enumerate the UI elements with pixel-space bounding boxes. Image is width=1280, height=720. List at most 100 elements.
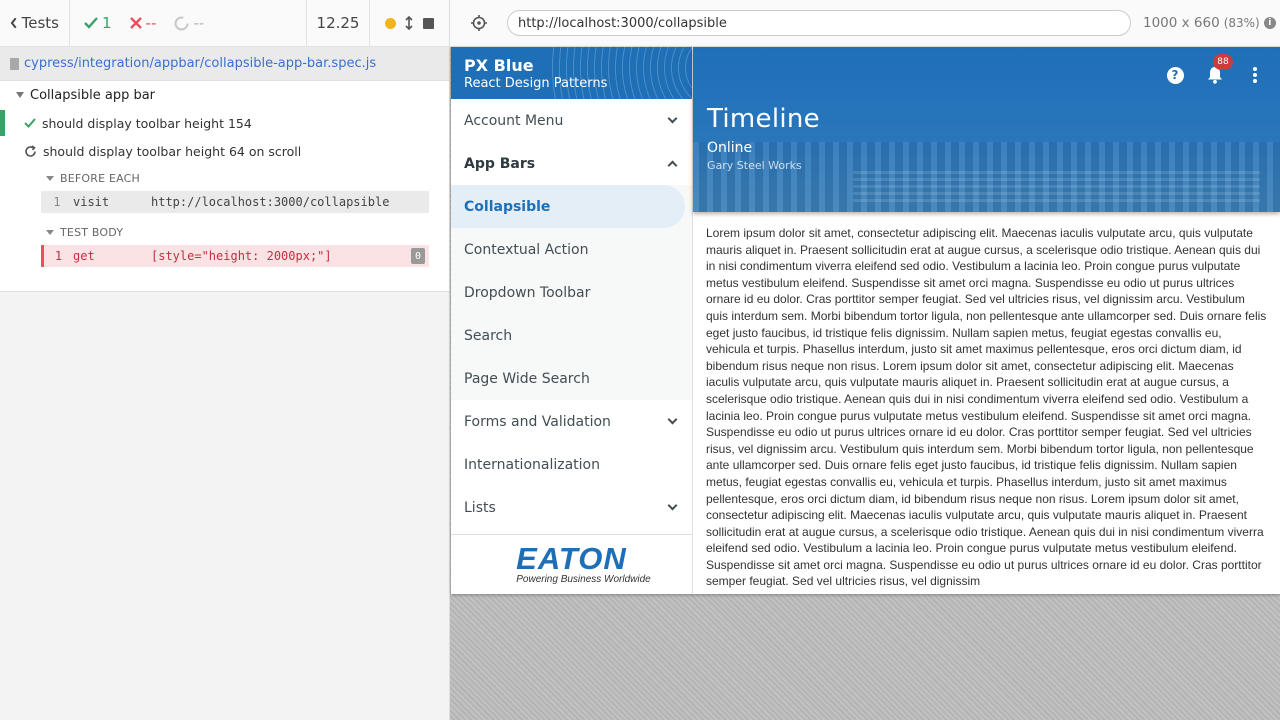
failed-count: -- <box>129 14 157 32</box>
nav-item-label: Search <box>464 327 513 344</box>
chevron-left-icon <box>10 17 17 29</box>
app-bar-actions: ? 88 <box>1164 54 1266 86</box>
reporter-header: Tests 1 -- -- 12.25 <box>0 0 449 47</box>
before-each-hook[interactable]: BEFORE EACH <box>0 165 449 191</box>
nav-item-label: Internationalization <box>464 456 600 473</box>
nav-item-label: Forms and Validation <box>464 413 611 430</box>
body-text: Lorem ipsum dolor sit amet, consectetur … <box>706 226 1267 589</box>
chevron-down-icon <box>667 113 678 124</box>
drawer-subtitle: React Design Patterns <box>464 76 608 91</box>
spec-path-label: cypress/integration/appbar/collapsible-a… <box>24 56 377 71</box>
viewport-scale: (83%) <box>1223 16 1260 30</box>
nav-item-app-bars[interactable]: App Bars <box>451 142 692 185</box>
pending-count: -- <box>174 14 204 32</box>
spec-path[interactable]: cypress/integration/appbar/collapsible-a… <box>0 47 449 81</box>
tests-button[interactable]: Tests <box>0 0 70 46</box>
nav-item-collapsible[interactable]: Collapsible <box>451 185 685 228</box>
command-name: visit <box>73 195 110 209</box>
nav-item-label: Contextual Action <box>464 241 589 258</box>
notifications-button[interactable]: 88 <box>1204 54 1233 86</box>
pending-count-value: -- <box>193 14 205 32</box>
app-bar-info: Gary Steel Works <box>707 159 802 172</box>
test-tree: Collapsible app bar should display toolb… <box>0 81 449 292</box>
info-icon: i <box>1263 17 1276 29</box>
selector-playground-button[interactable] <box>450 15 507 31</box>
command-arg: http://localhost:3000/collapsible <box>151 195 390 209</box>
passed-count-value: 1 <box>102 14 112 32</box>
check-icon <box>84 17 98 29</box>
nav-item-lists[interactable]: Lists <box>451 486 692 529</box>
autoscroll-toggle[interactable] <box>385 16 413 30</box>
nav-item-dropdown-toolbar[interactable]: Dropdown Toolbar <box>451 271 692 314</box>
crosshair-icon <box>470 15 487 31</box>
command-number: 1 <box>53 195 61 209</box>
refresh-icon <box>25 144 36 157</box>
app-bar-background-image-detail <box>853 167 1260 202</box>
nav-item-contextual-action[interactable]: Contextual Action <box>451 228 692 271</box>
test-title: should display toolbar height 154 <box>42 115 252 131</box>
suite-row[interactable]: Collapsible app bar <box>0 81 449 109</box>
run-controls <box>370 0 449 46</box>
viewport-info[interactable]: 1000 x 660 (83%) i <box>1143 15 1276 31</box>
nav-item-label: Lists <box>464 499 496 516</box>
failed-count-value: -- <box>145 14 157 32</box>
drawer-header: PX Blue React Design Patterns <box>451 47 692 99</box>
collapse-triangle-icon <box>16 92 24 98</box>
nav-item-forms-and-validation[interactable]: Forms and Validation <box>451 400 692 443</box>
collapse-triangle-icon <box>46 175 54 181</box>
test-row-running[interactable]: should display toolbar height 64 on scro… <box>0 137 449 165</box>
tests-button-label: Tests <box>21 14 59 32</box>
command-row-failed[interactable]: 1 get [style="height: 2000px;"] 0 <box>41 245 429 267</box>
passed-count: 1 <box>84 14 112 32</box>
collapse-triangle-icon <box>46 229 54 235</box>
running-indicator-icon <box>385 17 396 29</box>
help-button[interactable]: ? <box>1164 64 1186 86</box>
test-row-passed[interactable]: should display toolbar height 154 <box>0 109 449 137</box>
x-icon <box>129 17 142 29</box>
test-body-hook[interactable]: TEST BODY <box>0 219 449 245</box>
eaton-tagline: Powering Business Worldwide <box>516 573 651 585</box>
url-bar[interactable]: http://localhost:3000/collapsible <box>507 10 1131 36</box>
check-icon <box>24 118 36 128</box>
spinner-icon <box>174 16 189 30</box>
viewport-size: 1000 x 660 <box>1143 15 1220 31</box>
nav-item-label: Collapsible <box>464 198 551 215</box>
command-name: get <box>73 249 95 263</box>
stop-icon[interactable] <box>423 17 434 29</box>
test-title: should display toolbar height 64 on scro… <box>43 143 302 159</box>
app-bar-title: Timeline <box>707 104 820 134</box>
nav-item-label: App Bars <box>464 155 536 172</box>
nav-item-account-menu[interactable]: Account Menu <box>451 99 692 142</box>
help-icon: ? <box>1166 66 1184 84</box>
element-count-badge: 0 <box>411 248 425 264</box>
kebab-icon <box>1253 67 1257 83</box>
nav-item-label: Account Menu <box>464 112 564 129</box>
nav-item-page-wide-search[interactable]: Page Wide Search <box>451 357 692 400</box>
app-bar-subtitle: Online <box>707 140 753 156</box>
cypress-reporter: Tests 1 -- -- 12.25 cypress/integration/… <box>0 0 450 720</box>
eaton-logo: EATON <box>516 540 627 576</box>
command-arg: [style="height: 2000px;"] <box>151 249 332 263</box>
chevron-up-icon <box>667 160 678 170</box>
nav-item-search[interactable]: Search <box>451 314 692 357</box>
collapsible-app-bar: Timeline Online Gary Steel Works ? 88 <box>693 47 1280 212</box>
nav-drawer: PX Blue React Design Patterns Account Me… <box>451 47 693 594</box>
nav-item-label: Page Wide Search <box>464 370 590 387</box>
nav-item-label: Dropdown Toolbar <box>464 284 591 301</box>
drawer-footer: EATON Powering Business Worldwide <box>451 534 692 594</box>
command-row[interactable]: 1 visit http://localhost:3000/collapsibl… <box>41 191 429 213</box>
aut-header: http://localhost:3000/collapsible 1000 x… <box>450 0 1280 47</box>
run-duration: 12.25 <box>307 0 370 46</box>
app-bars-submenu: Collapsible Contextual Action Dropdown T… <box>451 185 692 400</box>
notification-count-badge: 88 <box>1213 54 1233 70</box>
file-icon <box>10 57 19 70</box>
chevron-down-icon <box>667 500 678 511</box>
scroll-arrows-icon <box>405 16 413 30</box>
app-under-test-area: http://localhost:3000/collapsible 1000 x… <box>450 0 1280 720</box>
more-menu-button[interactable] <box>1244 64 1266 86</box>
nav-item-internationalization[interactable]: Internationalization <box>451 443 692 486</box>
test-stats: 1 -- -- <box>70 0 307 46</box>
command-number: 1 <box>54 249 63 263</box>
drawer-title: PX Blue <box>464 56 534 75</box>
hook-label: TEST BODY <box>60 225 124 239</box>
